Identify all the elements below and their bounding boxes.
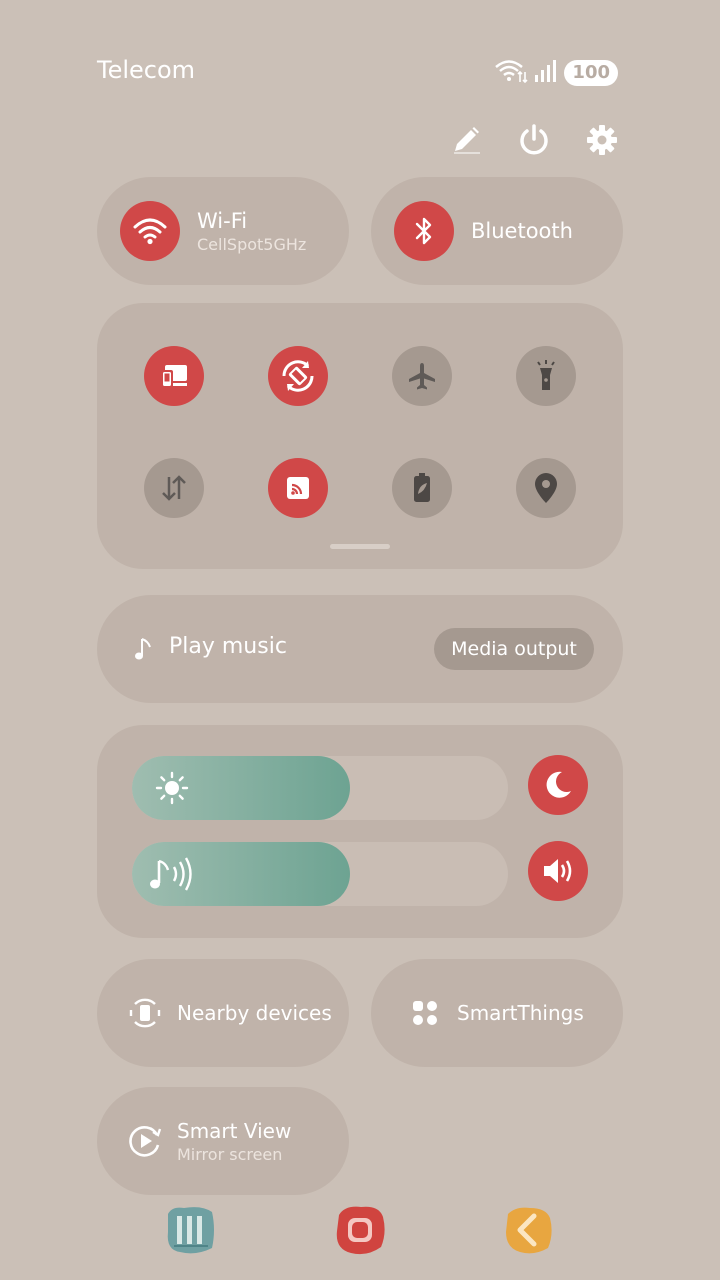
recent-apps-icon[interactable] bbox=[160, 1200, 220, 1260]
wifi-icon[interactable] bbox=[120, 201, 180, 261]
smart-view-subtitle: Mirror screen bbox=[177, 1144, 283, 1164]
brightness-slider-fill[interactable] bbox=[132, 756, 351, 820]
settings-gear-icon[interactable] bbox=[584, 122, 620, 158]
power-icon[interactable] bbox=[516, 122, 552, 158]
smartthings-tile[interactable]: SmartThings bbox=[371, 959, 623, 1067]
power-saving-icon[interactable] bbox=[392, 458, 452, 518]
mobile-data-icon[interactable] bbox=[144, 458, 204, 518]
sun-icon bbox=[154, 770, 190, 810]
quick-toggles-panel bbox=[97, 303, 623, 569]
edit-pencil-icon[interactable] bbox=[448, 122, 484, 158]
top-actions bbox=[448, 122, 620, 158]
battery-icon: 100 bbox=[564, 60, 618, 86]
home-icon[interactable] bbox=[330, 1200, 390, 1260]
wifi-data-icon bbox=[494, 58, 528, 88]
airplane-icon[interactable] bbox=[392, 346, 452, 406]
volume-slider[interactable] bbox=[132, 842, 508, 906]
cast-icon[interactable] bbox=[268, 458, 328, 518]
screen-share-icon[interactable] bbox=[144, 346, 204, 406]
smart-view-title: Smart View bbox=[177, 1118, 292, 1143]
navigation-bar bbox=[0, 1200, 720, 1264]
panel-expand-handle[interactable] bbox=[330, 544, 390, 549]
smart-view-tile[interactable]: Smart View Mirror screen bbox=[97, 1087, 349, 1195]
signal-icon bbox=[534, 58, 558, 88]
smartthings-icon bbox=[407, 995, 443, 1031]
wifi-title: Wi-Fi bbox=[197, 208, 248, 233]
nearby-devices-label: Nearby devices bbox=[177, 1001, 332, 1025]
status-icons: 100 bbox=[494, 58, 618, 88]
music-note-icon bbox=[133, 635, 153, 667]
play-music-label[interactable]: Play music bbox=[169, 634, 287, 659]
bluetooth-title: Bluetooth bbox=[471, 219, 573, 243]
wifi-network-name: CellSpot5GHz bbox=[197, 234, 307, 254]
night-mode-moon-icon[interactable] bbox=[528, 755, 588, 815]
media-output-button[interactable]: Media output bbox=[434, 628, 594, 670]
smartthings-label: SmartThings bbox=[457, 1001, 584, 1025]
carrier-name: Telecom bbox=[97, 56, 196, 84]
location-icon[interactable] bbox=[516, 458, 576, 518]
auto-rotate-icon[interactable] bbox=[268, 346, 328, 406]
sound-speaker-icon[interactable] bbox=[528, 841, 588, 901]
brightness-slider[interactable] bbox=[132, 756, 508, 820]
bluetooth-tile[interactable]: Bluetooth bbox=[371, 177, 623, 285]
wifi-tile[interactable]: Wi-Fi CellSpot5GHz bbox=[97, 177, 349, 285]
back-icon[interactable] bbox=[498, 1200, 558, 1260]
flashlight-icon[interactable] bbox=[516, 346, 576, 406]
nearby-devices-icon bbox=[127, 995, 163, 1031]
smart-view-icon bbox=[127, 1123, 163, 1159]
bluetooth-icon[interactable] bbox=[394, 201, 454, 261]
volume-slider-fill[interactable] bbox=[132, 842, 351, 906]
nearby-devices-tile[interactable]: Nearby devices bbox=[97, 959, 349, 1067]
music-note-volume-icon bbox=[148, 855, 196, 897]
